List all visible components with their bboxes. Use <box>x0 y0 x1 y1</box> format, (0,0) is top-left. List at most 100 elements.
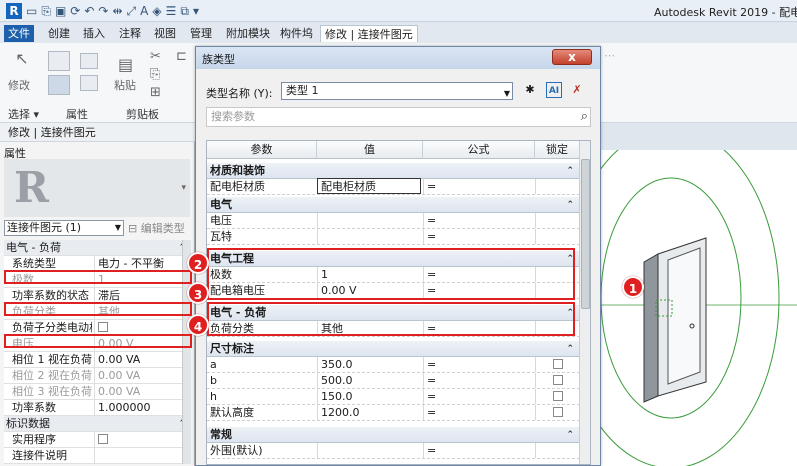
folder-icon[interactable]: ⎘ <box>41 4 51 19</box>
param-value[interactable]: 1200.0 <box>317 405 421 420</box>
param-row-h[interactable]: h 150.0 = <box>207 389 580 405</box>
sync-icon[interactable]: ⟳ <box>70 4 80 18</box>
prop-row-utility[interactable]: 实用程序 <box>4 432 190 448</box>
prop-value[interactable] <box>94 320 186 335</box>
prop-value[interactable]: 滞后 <box>94 288 186 303</box>
param-value[interactable]: 0.00 V <box>317 283 421 298</box>
param-row-a[interactable]: a 350.0 = <box>207 357 580 373</box>
param-formula[interactable]: = <box>423 179 535 194</box>
column-header-value[interactable]: 值 <box>317 141 423 159</box>
lock-checkbox[interactable] <box>552 407 563 417</box>
param-row-panel-voltage[interactable]: 配电箱电压 0.00 V = <box>207 283 580 299</box>
prop-value[interactable] <box>94 432 186 447</box>
param-value[interactable]: 150.0 <box>317 389 421 404</box>
group-row-dimensions[interactable]: 尺寸标注 ⌃ <box>207 341 580 357</box>
prop-value[interactable] <box>94 448 186 463</box>
view-icon[interactable]: ◈ <box>152 4 161 18</box>
collapse-icon[interactable]: ⌃ <box>566 305 574 321</box>
ribbon-overflow-icon[interactable]: ⋯ <box>604 49 615 62</box>
param-value[interactable]: 1 <box>317 267 421 282</box>
cabinet-3d-view[interactable] <box>562 127 797 466</box>
dimension-icon[interactable]: ⤢ <box>127 4 137 19</box>
param-row-cabinet-material[interactable]: 配电柜材质 配电柜材质 = <box>207 178 580 195</box>
checkbox[interactable] <box>98 322 108 332</box>
group-row-electrical-engineering[interactable]: 电气工程 ⌃ <box>207 251 580 267</box>
param-value[interactable] <box>317 443 421 458</box>
join-icon[interactable]: ⊏ <box>176 49 187 64</box>
param-formula[interactable]: = <box>423 267 535 282</box>
param-formula[interactable]: = <box>423 357 535 372</box>
prop-row-power-factor[interactable]: 功率系数 1.000000 <box>4 400 190 416</box>
cursor-icon[interactable]: ↖ <box>12 49 32 68</box>
param-formula[interactable]: = <box>423 389 535 404</box>
prop-row-voltage[interactable]: 电压 0.00 V <box>4 336 190 352</box>
edit-type-button[interactable]: ⊟ 编辑类型 <box>128 220 185 236</box>
lock-checkbox[interactable] <box>552 359 563 369</box>
lock-checkbox[interactable] <box>552 375 563 385</box>
prop-group-identity-data[interactable]: 标识数据 ⌃ <box>4 416 190 432</box>
param-formula[interactable]: = <box>423 405 535 420</box>
lock-checkbox[interactable] <box>552 391 563 401</box>
text-icon[interactable]: A <box>140 4 148 18</box>
prop-row-phase2-load[interactable]: 相位 2 视在负荷 0.00 VA <box>4 368 190 384</box>
collapse-icon[interactable]: ⌃ <box>566 197 574 213</box>
group-row-electrical-loads[interactable]: 电气 - 负荷 ⌃ <box>207 305 580 321</box>
column-header-lock[interactable]: 锁定 <box>535 141 580 159</box>
param-formula[interactable]: = <box>423 229 535 244</box>
param-lock[interactable] <box>535 373 579 388</box>
type-properties-icon[interactable] <box>48 75 70 95</box>
save-icon[interactable]: ▣ <box>55 4 66 18</box>
param-value[interactable]: 配电柜材质 <box>317 178 421 194</box>
param-value[interactable]: 500.0 <box>317 373 421 388</box>
prop-row-phase1-load[interactable]: 相位 1 视在负荷 0.00 VA <box>4 352 190 368</box>
param-value[interactable] <box>317 229 421 244</box>
modify-button-label[interactable]: 修改 <box>8 77 30 93</box>
rename-type-icon[interactable]: AI <box>546 82 562 98</box>
param-row-poles[interactable]: 极数 1 = <box>207 267 580 283</box>
copy-icon[interactable]: ⎘ <box>150 67 160 82</box>
switch-windows-icon[interactable]: ⧉ <box>180 4 189 19</box>
family-types-icon[interactable] <box>80 75 98 91</box>
group-row-materials[interactable]: 材质和装饰 ⌃ <box>207 163 580 179</box>
param-lock[interactable] <box>535 357 579 372</box>
param-value[interactable]: 其他 <box>317 321 421 336</box>
cut-icon[interactable]: ✂ <box>150 49 161 64</box>
prop-row-power-factor-state[interactable]: 功率系数的状态 滞后 <box>4 288 190 304</box>
match-icon[interactable]: ⊞ <box>150 85 161 100</box>
instance-filter-select[interactable]: 连接件图元 (1) ▼ <box>4 220 124 236</box>
checkbox[interactable] <box>98 434 108 444</box>
prop-value[interactable]: 1.000000 <box>94 400 186 415</box>
collapse-icon[interactable]: ⌃ <box>566 163 574 179</box>
tab-addins[interactable]: 附加模块 <box>222 25 274 42</box>
prop-value[interactable]: 0.00 V <box>94 336 186 351</box>
param-value[interactable]: 350.0 <box>317 357 421 372</box>
prop-value[interactable]: 其他 <box>94 304 186 319</box>
grid-scrollbar[interactable] <box>579 141 590 464</box>
preview-dropdown-icon[interactable]: ▾ <box>181 183 186 193</box>
group-row-general[interactable]: 常规 ⌃ <box>207 427 580 443</box>
param-lock[interactable] <box>535 389 579 404</box>
tab-create[interactable]: 创建 <box>44 25 74 42</box>
param-row-watts[interactable]: 瓦特 = <box>207 229 580 245</box>
view-canvas[interactable] <box>562 127 797 466</box>
param-formula[interactable]: = <box>423 283 535 298</box>
properties-icon[interactable] <box>48 51 70 71</box>
search-parameters-input[interactable]: 搜索参数 ⌕ <box>206 107 591 127</box>
open-icon[interactable]: ▭ <box>26 4 37 18</box>
tab-insert[interactable]: 插入 <box>79 25 109 42</box>
family-icon[interactable] <box>80 53 98 69</box>
collapse-icon[interactable]: ⌃ <box>566 341 574 357</box>
redo-icon[interactable]: ↷ <box>98 4 108 18</box>
param-row-default-height[interactable]: 默认高度 1200.0 = <box>207 405 580 421</box>
grid-scrollbar-thumb[interactable] <box>581 159 590 309</box>
measure-icon[interactable]: ⇹ <box>112 4 122 18</box>
tab-component-dock[interactable]: 构件坞 <box>276 25 317 42</box>
prop-row-poles[interactable]: 极数 1 <box>4 272 190 288</box>
prop-row-connector-description[interactable]: 连接件说明 <box>4 448 190 464</box>
param-formula[interactable]: = <box>423 321 535 336</box>
param-formula[interactable]: = <box>423 213 535 228</box>
revit-logo-icon[interactable]: R <box>6 3 22 19</box>
param-lock[interactable] <box>535 405 579 420</box>
collapse-icon[interactable]: ⌃ <box>566 251 574 267</box>
prop-row-load-classification[interactable]: 负荷分类 其他 <box>4 304 190 320</box>
